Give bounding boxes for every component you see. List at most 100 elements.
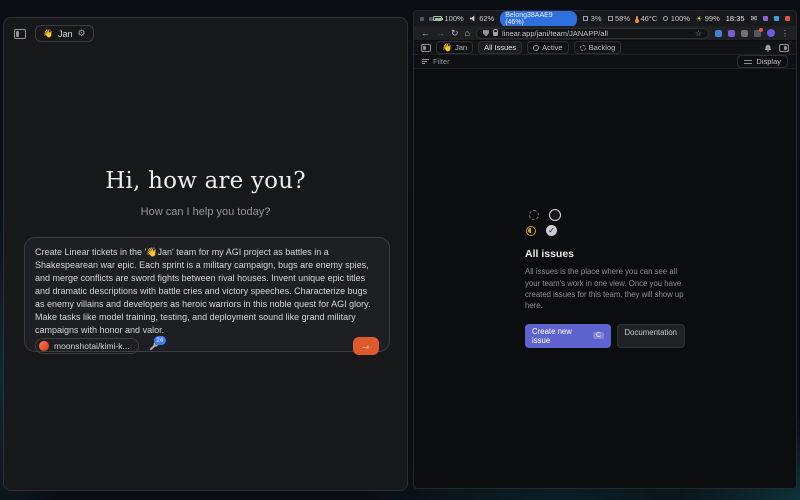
home-button[interactable]: ⌂: [465, 29, 470, 38]
assistant-emoji-icon: 👋: [43, 30, 53, 38]
url-text[interactable]: linear.app/jani/team/JANAPP/all: [502, 29, 608, 38]
tab-label: Active: [542, 43, 562, 52]
cpu-percent: 3%: [591, 14, 602, 23]
brightness-percent: 99%: [705, 14, 720, 23]
tray-icon[interactable]: [774, 16, 779, 21]
backlog-circle-icon: [580, 45, 586, 51]
workspace-icon[interactable]: [420, 17, 424, 21]
battery-icon: [433, 16, 442, 21]
filter-icon: [422, 59, 429, 64]
display-label: Display: [756, 57, 781, 66]
temperature-indicator: 46°C: [636, 14, 657, 23]
jan-chat-window: 👋 Jan ⚙ Hi, how are you? How can I help …: [3, 17, 408, 491]
assistant-selector[interactable]: 👋 Jan ⚙: [35, 25, 94, 42]
extension-icon[interactable]: [715, 30, 722, 37]
sliders-icon: [744, 59, 752, 65]
reload-button[interactable]: ↻: [451, 29, 459, 38]
profile-avatar[interactable]: [767, 29, 775, 37]
check-icon: ✓: [548, 226, 555, 235]
browser-toolbar: ← → ↻ ⌂ linear.app/jani/team/JANAPP/all …: [414, 26, 796, 41]
status-indicators: 100% 62% Belong38AAE9 (46%) 3% 58% 46°C: [433, 11, 790, 27]
create-button-label: Create new issue: [532, 327, 589, 345]
empty-state-description: All issues is the place where you can se…: [525, 266, 685, 311]
cpu-icon: [583, 16, 588, 21]
status-row: ✓: [526, 225, 685, 236]
browser-menu-icon[interactable]: ⋮: [781, 29, 789, 38]
tab-backlog[interactable]: Backlog: [574, 41, 622, 54]
disk-icon: [663, 16, 668, 21]
memory-indicator: 58%: [608, 14, 631, 23]
tab-label: Backlog: [589, 43, 616, 52]
greeting-subtitle: How can I help you today?: [4, 206, 407, 218]
tab-label: All Issues: [484, 43, 516, 52]
disk-percent: 100%: [671, 14, 690, 23]
model-name: moonshotai/kimi-k...: [54, 341, 130, 351]
shield-icon[interactable]: [483, 30, 489, 37]
puzzle-extension-icon[interactable]: [741, 30, 748, 37]
prompt-input[interactable]: Create Linear tickets in the '👋Jan' team…: [35, 246, 379, 337]
cpu-indicator: 3%: [583, 14, 601, 23]
bookmark-star-icon[interactable]: ☆: [695, 29, 702, 38]
documentation-button[interactable]: Documentation: [617, 324, 685, 348]
linear-tab-bar: 👋 Jan All Issues Active Backlog: [414, 41, 796, 55]
memory-icon: [608, 16, 613, 21]
send-arrow-icon: →: [361, 340, 372, 352]
model-selector[interactable]: moonshotai/kimi-k...: [35, 338, 139, 354]
empty-state-actions: Create new issue C Documentation: [525, 324, 685, 348]
team-emoji-icon: 👋: [442, 44, 452, 52]
system-status-bar: 100% 62% Belong38AAE9 (46%) 3% 58% 46°C: [414, 11, 796, 26]
tray-icon[interactable]: [785, 16, 790, 21]
team-name: Jan: [455, 43, 467, 52]
greeting-block: Hi, how are you? How can I help you toda…: [4, 168, 407, 218]
volume-indicator: 62%: [470, 14, 495, 23]
notification-extension-icon[interactable]: [754, 30, 761, 37]
create-new-issue-button[interactable]: Create new issue C: [525, 324, 611, 348]
bell-icon[interactable]: [764, 44, 772, 52]
filter-label: Filter: [433, 57, 450, 66]
team-tab-jan[interactable]: 👋 Jan: [436, 41, 473, 54]
brightness-icon: ☀: [696, 15, 702, 23]
model-logo-icon: [39, 341, 49, 351]
filter-button[interactable]: Filter: [422, 57, 450, 66]
battery-percent: 100%: [445, 14, 464, 23]
assistant-name: Jan: [58, 29, 73, 39]
forward-button[interactable]: →: [436, 29, 445, 38]
workspace-indicators: [420, 17, 433, 21]
backlog-status-icon: [529, 210, 539, 220]
chat-composer[interactable]: Create Linear tickets in the '👋Jan' team…: [24, 237, 390, 352]
send-button[interactable]: →: [353, 337, 379, 355]
todo-status-icon: [549, 209, 561, 221]
sidebar-toggle-icon[interactable]: [14, 29, 26, 39]
address-bar[interactable]: linear.app/jani/team/JANAPP/all ☆: [476, 28, 709, 39]
extension-icon[interactable]: [728, 30, 735, 37]
gear-icon[interactable]: ⚙: [77, 28, 85, 39]
remote-screen: 100% 62% Belong38AAE9 (46%) 3% 58% 46°C: [413, 10, 797, 489]
wifi-network-pill[interactable]: Belong38AAE9 (46%): [500, 11, 577, 27]
chat-titlebar: 👋 Jan ⚙: [4, 18, 407, 49]
memory-percent: 58%: [615, 14, 630, 23]
status-row: [529, 209, 685, 221]
linear-filter-bar: Filter Display: [414, 55, 796, 69]
composer-toolbar: moonshotai/kimi-k... 24 →: [35, 337, 379, 355]
linear-sidebar-toggle-icon[interactable]: [421, 44, 431, 52]
battery-indicator: 100%: [433, 14, 464, 23]
speaker-icon: [470, 15, 477, 22]
brightness-indicator: ☀ 99%: [696, 14, 720, 23]
lock-icon: [493, 32, 498, 36]
tools-button[interactable]: 24: [149, 341, 159, 351]
right-panel-toggle-icon[interactable]: [779, 44, 789, 52]
display-button[interactable]: Display: [737, 55, 788, 68]
done-status-icon: ✓: [546, 225, 557, 236]
issue-status-graphic: ✓: [529, 209, 685, 236]
tray-icon[interactable]: [763, 16, 768, 21]
mail-icon[interactable]: ✉: [751, 14, 758, 23]
disk-indicator: 100%: [663, 14, 690, 23]
temperature-value: 46°C: [641, 14, 658, 23]
tab-all-issues[interactable]: All Issues: [478, 41, 522, 54]
thermometer-icon: [636, 16, 638, 22]
back-button[interactable]: ←: [421, 29, 430, 38]
tabbar-right-icons: [764, 44, 789, 52]
greeting-title: Hi, how are you?: [4, 168, 407, 194]
tab-active[interactable]: Active: [527, 41, 568, 54]
active-circle-icon: [533, 45, 539, 51]
